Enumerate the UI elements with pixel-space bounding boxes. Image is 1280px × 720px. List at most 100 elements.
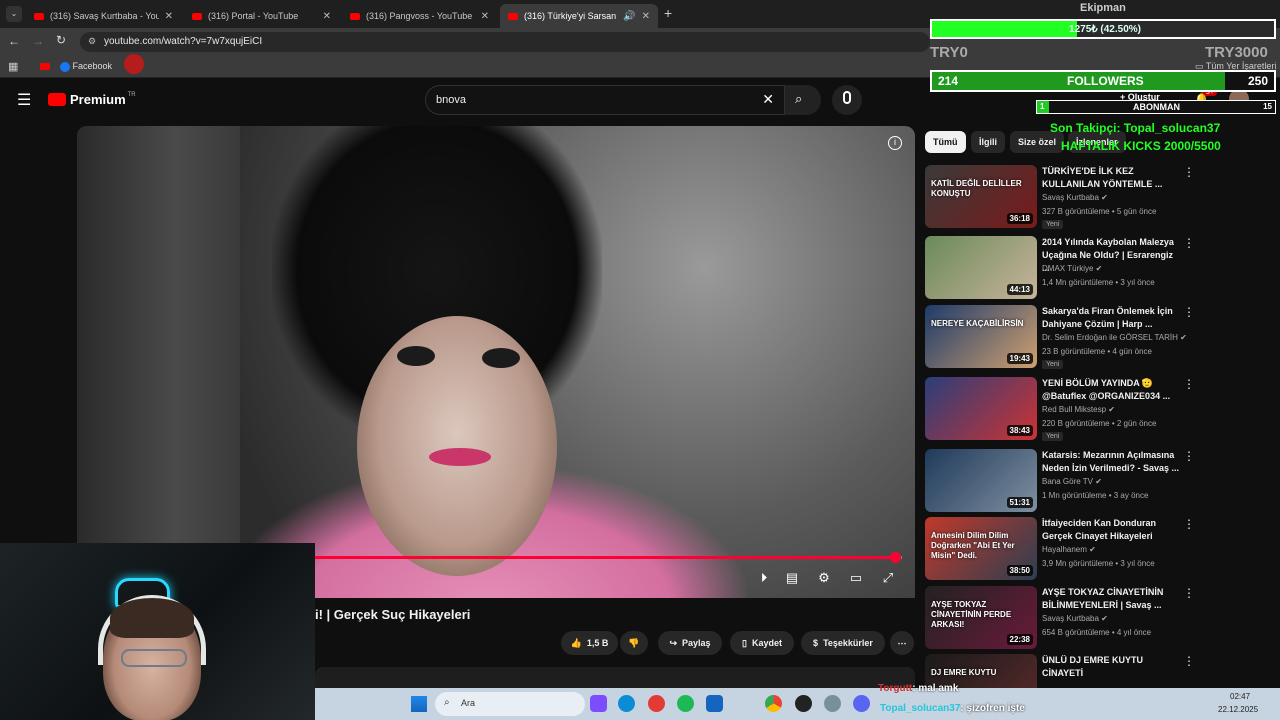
edge-icon[interactable] bbox=[618, 695, 635, 712]
store-icon[interactable] bbox=[706, 695, 723, 712]
recommendation-title[interactable]: ÜNLÜ DJ EMRE KUYTU CİNAYETİ bbox=[1042, 654, 1182, 680]
chip-all[interactable]: Tümü bbox=[925, 131, 966, 153]
url-field[interactable]: ⚙ youtube.com/watch?v=7w7xqujEiCI bbox=[80, 32, 930, 52]
description-box[interactable] bbox=[315, 667, 915, 689]
chrome-icon[interactable] bbox=[765, 695, 782, 712]
tab-portal[interactable]: (316) Portal - YouTube ✕ bbox=[184, 4, 339, 28]
share-button[interactable]: ↪ Paylaş bbox=[658, 631, 722, 655]
theater-mode-icon[interactable]: ▭ bbox=[845, 570, 867, 588]
video-player[interactable]: i bbox=[77, 126, 915, 598]
close-tab-icon[interactable]: ✕ bbox=[165, 11, 173, 22]
close-tab-icon[interactable]: ✕ bbox=[323, 11, 331, 22]
equipment-goal-bar: 1275₺ (42.50%) bbox=[930, 19, 1276, 39]
video-thumbnail[interactable]: Annesini Dilim Dilim Doğrarken "Abi Et Y… bbox=[925, 517, 1037, 580]
recommendation-item[interactable]: Annesini Dilim Dilim Doğrarken "Abi Et Y… bbox=[925, 517, 1270, 583]
video-duration: 51:31 bbox=[1006, 497, 1033, 508]
subtitles-icon[interactable]: ▤ bbox=[781, 570, 803, 588]
info-icon[interactable]: i bbox=[888, 136, 902, 150]
site-info-icon[interactable]: ⚙ bbox=[88, 36, 96, 47]
fullscreen-icon[interactable]: ⤢ bbox=[877, 570, 899, 588]
youtube-play-logo-icon bbox=[48, 93, 66, 106]
close-tab-icon[interactable]: ✕ bbox=[481, 11, 489, 22]
bookmark-icon: ▯ bbox=[742, 637, 747, 648]
recommendation-title[interactable]: AYŞE TOKYAZ CİNAYETİNİN BİLİNMEYENLERİ |… bbox=[1042, 586, 1182, 612]
video-progress-bar[interactable] bbox=[240, 552, 902, 563]
youtube-logo[interactable]: Premium TR bbox=[48, 92, 136, 107]
video-thumbnail[interactable]: KATİL DEĞİL DELİLLER KONUŞTU 36:18 bbox=[925, 165, 1037, 228]
video-thumbnail[interactable]: 38:43 bbox=[925, 377, 1037, 440]
clear-search-icon[interactable]: ✕ bbox=[762, 91, 774, 108]
dislike-button[interactable]: 👎 bbox=[620, 631, 648, 655]
chip-related[interactable]: İlgili bbox=[971, 131, 1005, 153]
recommendation-channel[interactable]: DMAX Türkiye ✔ bbox=[1042, 264, 1102, 273]
recommendation-item[interactable]: AYŞE TOKYAZ CİNAYETİNİN PERDE ARKASI! 22:… bbox=[925, 586, 1270, 652]
facebook-bookmark[interactable]: Facebook bbox=[60, 61, 112, 72]
windows-start-icon[interactable] bbox=[411, 696, 427, 712]
save-button[interactable]: ▯ Kaydet bbox=[730, 631, 794, 655]
obs-icon[interactable] bbox=[795, 695, 812, 712]
video-thumbnail[interactable]: 51:31 bbox=[925, 449, 1037, 512]
thanks-button[interactable]: $ Teşekkürler bbox=[801, 631, 885, 655]
reload-icon[interactable]: ↻ bbox=[56, 33, 66, 47]
recommendation-item[interactable]: 38:43 YENİ BÖLÜM YAYINDA 🫡 @Batuflex @ORG… bbox=[925, 377, 1270, 443]
more-options-icon[interactable]: ⋮ bbox=[1183, 654, 1195, 668]
recommendation-title[interactable]: Katarsis: Mezarının Açılmasına Neden İzi… bbox=[1042, 449, 1182, 475]
more-options-icon[interactable]: ⋮ bbox=[1183, 165, 1195, 179]
autoplay-toggle-icon[interactable]: ⏵ bbox=[753, 570, 775, 588]
more-options-icon[interactable]: ⋮ bbox=[1183, 586, 1195, 600]
recommendation-item[interactable]: 44:13 2014 Yılında Kaybolan Malezya Uçağı… bbox=[925, 236, 1270, 302]
thumbnail-text: AYŞE TOKYAZ CİNAYETİNİN PERDE ARKASI! bbox=[931, 600, 1012, 629]
more-options-icon[interactable]: ⋮ bbox=[1183, 377, 1195, 391]
settings-gear-icon[interactable]: ⚙ bbox=[813, 570, 835, 588]
spotify-icon[interactable] bbox=[677, 695, 694, 712]
tab-savas-kurtbaba[interactable]: (316) Savaş Kurtbaba - YouTube ✕ bbox=[26, 4, 181, 28]
search-button[interactable]: ⌕ bbox=[785, 85, 821, 115]
forward-icon[interactable]: → bbox=[32, 34, 44, 48]
recommendation-channel[interactable]: Hayalhanem ✔ bbox=[1042, 545, 1096, 554]
new-tab-button[interactable]: + bbox=[664, 5, 672, 21]
more-options-icon[interactable]: ⋮ bbox=[1183, 449, 1195, 463]
tab-pangvoss[interactable]: (316) Pangvoss - YouTube ✕ bbox=[342, 4, 497, 28]
copilot-icon[interactable] bbox=[590, 695, 607, 712]
tab-list-dropdown-icon[interactable]: ⌄ bbox=[6, 6, 22, 22]
video-thumbnail[interactable]: NEREYE KAÇABİLİRSİN 19:43 bbox=[925, 305, 1037, 368]
speaker-icon[interactable]: 🔊 bbox=[623, 11, 635, 22]
video-duration: 44:13 bbox=[1006, 284, 1033, 295]
like-button[interactable]: 👍 1,5 B bbox=[561, 631, 618, 655]
recommendation-title[interactable]: YENİ BÖLÜM YAYINDA 🫡 @Batuflex @ORGANIZE… bbox=[1042, 377, 1182, 403]
more-actions-button[interactable]: ⋯ bbox=[890, 631, 914, 655]
media-player-icon[interactable] bbox=[648, 695, 665, 712]
search-icon: ⌕ bbox=[444, 697, 450, 708]
hamburger-menu-icon[interactable]: ☰ bbox=[17, 90, 31, 110]
search-input[interactable]: bnova ✕ bbox=[425, 85, 785, 115]
more-options-icon[interactable]: ⋮ bbox=[1183, 305, 1195, 319]
apps-grid-icon[interactable]: ▦ bbox=[8, 60, 18, 73]
youtube-bookmark-icon[interactable] bbox=[40, 63, 50, 70]
tab-active-video[interactable]: (316) Türkiye'yi Sarsan Nec 🔊 ✕ bbox=[500, 4, 658, 28]
recommendation-item[interactable]: KATİL DEĞİL DELİLLER KONUŞTU 36:18 TÜRKİYE… bbox=[925, 165, 1270, 231]
video-thumbnail[interactable]: AYŞE TOKYAZ CİNAYETİNİN PERDE ARKASI! 22:… bbox=[925, 586, 1037, 649]
settings-gear-icon[interactable] bbox=[824, 695, 841, 712]
video-frame-eye bbox=[482, 348, 520, 368]
recommendation-channel[interactable]: Savaş Kurtbaba ✔ bbox=[1042, 193, 1108, 202]
recommendation-title[interactable]: Sakarya'da Firarı Önlemek İçin Dahiyane … bbox=[1042, 305, 1182, 331]
recommendation-channel[interactable]: Savaş Kurtbaba ✔ bbox=[1042, 614, 1108, 623]
thumbs-up-icon: 👍 bbox=[570, 637, 582, 648]
youtube-favicon-icon bbox=[34, 12, 44, 20]
recommendation-title[interactable]: TÜRKİYE'DE İLK KEZ KULLANILAN YÖNTEMLE .… bbox=[1042, 165, 1182, 191]
taskbar-search[interactable]: ⌕ Ara bbox=[435, 692, 585, 716]
recommendation-title[interactable]: İtfaiyeciden Kan Donduran Gerçek Cinayet… bbox=[1042, 517, 1182, 543]
recommendation-item[interactable]: 51:31 Katarsis: Mezarının Açılmasına Nede… bbox=[925, 449, 1270, 515]
more-options-icon[interactable]: ⋮ bbox=[1183, 236, 1195, 250]
voice-search-button[interactable] bbox=[832, 85, 862, 115]
recommendation-item[interactable]: NEREYE KAÇABİLİRSİN 19:43 Sakarya'da Firar… bbox=[925, 305, 1270, 371]
back-icon[interactable]: ← bbox=[8, 34, 20, 48]
recommendation-channel[interactable]: Dr. Selim Erdoğan ile GÖRSEL TARİH ✔ bbox=[1042, 333, 1187, 342]
more-options-icon[interactable]: ⋮ bbox=[1183, 517, 1195, 531]
recommendation-channel[interactable]: Bana Göre TV ✔ bbox=[1042, 477, 1102, 486]
recommendation-channel[interactable]: Red Bull Mikstesp ✔ bbox=[1042, 405, 1115, 414]
close-tab-icon[interactable]: ✕ bbox=[642, 11, 650, 22]
discord-icon[interactable] bbox=[853, 695, 870, 712]
subs-goal-bar: 1 ABONMAN 15 bbox=[1036, 100, 1276, 114]
video-thumbnail[interactable]: 44:13 bbox=[925, 236, 1037, 299]
